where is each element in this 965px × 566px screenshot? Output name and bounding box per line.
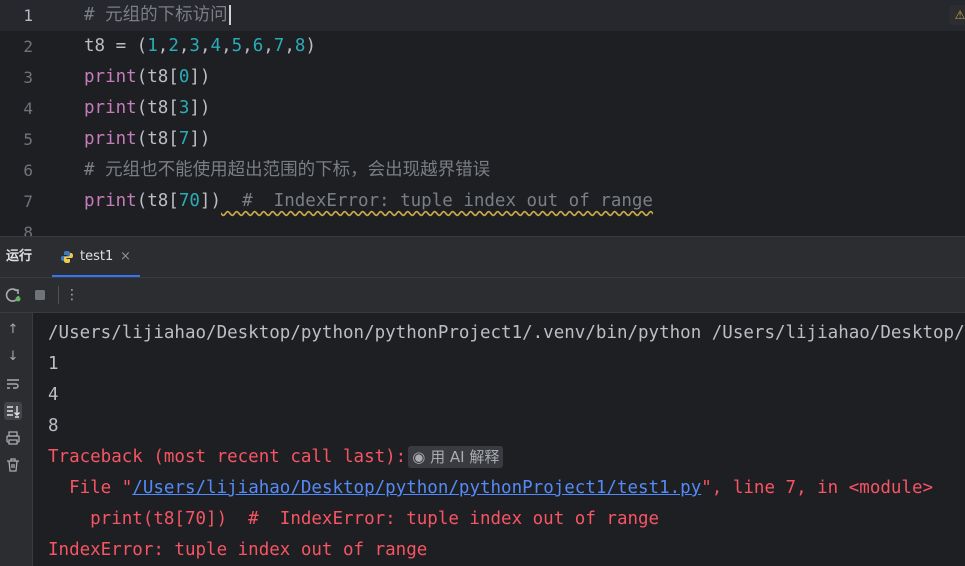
warning-triangle-icon[interactable]: ⚠: [949, 5, 965, 25]
code-line-5[interactable]: 5 print(t8[7]): [0, 124, 965, 155]
code-line-7[interactable]: 7 print(t8[70]) # IndexError: tuple inde…: [0, 186, 965, 217]
line-number: 6: [23, 161, 33, 180]
traceback-file-line: File "/Users/lijiahao/Desktop/python/pyt…: [48, 478, 934, 498]
code-line-8[interactable]: 8: [0, 217, 965, 236]
line-number: 3: [23, 68, 33, 87]
trash-icon[interactable]: [4, 456, 22, 474]
scroll-to-end-icon[interactable]: [4, 402, 22, 420]
soft-wrap-icon[interactable]: [4, 375, 22, 393]
run-panel-title: 运行: [6, 249, 33, 264]
text-caret: [228, 5, 231, 25]
code-line-4[interactable]: 4 print(t8[3]): [0, 93, 965, 124]
code-comment: # 元组也不能使用超出范围的下标，会出现越界错误: [84, 160, 491, 180]
line-number: 7: [23, 192, 33, 211]
active-tab-indicator: [52, 275, 140, 277]
code-line-6[interactable]: 6 # 元组也不能使用超出范围的下标，会出现越界错误: [0, 155, 965, 186]
code-comment: # 元组的下标访问: [84, 5, 228, 25]
line-number: 5: [23, 130, 33, 149]
run-tool-window: 运行 test1 × ⋮ ↑ ↓ /Users/lijiahao/Desktop…: [0, 236, 965, 566]
code-editor[interactable]: 1 # 元组的下标访问 ⚠ 2 t8 = (1,2,3,4,5,6,7,8) 3…: [0, 0, 965, 236]
close-icon[interactable]: ×: [120, 237, 131, 277]
line-number: 1: [23, 6, 33, 25]
arrow-up-icon[interactable]: ↑: [4, 321, 22, 339]
console-output-line: 4: [48, 385, 59, 405]
python-icon: [61, 251, 73, 263]
rerun-icon[interactable]: [4, 286, 22, 304]
code-variable: t8: [84, 36, 106, 56]
run-tab-bar: 运行 test1 ×: [0, 237, 965, 278]
ai-explain-button[interactable]: ◉ 用 AI 解释: [408, 446, 504, 468]
print-icon[interactable]: [4, 429, 22, 447]
console-sidebar: ↑ ↓: [0, 313, 33, 566]
code-line-2[interactable]: 2 t8 = (1,2,3,4,5,6,7,8): [0, 31, 965, 62]
tab-test1[interactable]: test1 ×: [52, 237, 140, 277]
run-toolbar: ⋮: [0, 278, 965, 313]
line-number: 2: [23, 37, 33, 56]
ai-icon: ◉: [412, 448, 426, 466]
line-number: 4: [23, 99, 33, 118]
console-output-line: 1: [48, 354, 59, 374]
traceback-line: Traceback (most recent call last): ◉ 用 AI…: [48, 442, 504, 473]
line-number: 8: [23, 223, 33, 236]
code-line-3[interactable]: 3 print(t8[0]): [0, 62, 965, 93]
code-comment: # IndexError: tuple index out of range: [221, 191, 653, 211]
toolbar-divider: [58, 286, 59, 304]
arrow-down-icon[interactable]: ↓: [4, 348, 22, 366]
stop-icon[interactable]: [31, 286, 49, 304]
console-output-line: 8: [48, 416, 59, 436]
console-command: /Users/lijiahao/Desktop/python/pythonPro…: [48, 323, 965, 343]
code-line-1[interactable]: 1 # 元组的下标访问 ⚠: [0, 0, 965, 31]
tab-label: test1: [80, 249, 114, 264]
console-output[interactable]: /Users/lijiahao/Desktop/python/pythonPro…: [48, 313, 965, 566]
more-options-icon[interactable]: ⋮: [63, 286, 81, 304]
file-path-link[interactable]: /Users/lijiahao/Desktop/python/pythonPro…: [132, 478, 701, 498]
traceback-code-line: print(t8[70]) # IndexError: tuple index …: [48, 509, 660, 529]
error-message: IndexError: tuple index out of range: [48, 540, 428, 560]
